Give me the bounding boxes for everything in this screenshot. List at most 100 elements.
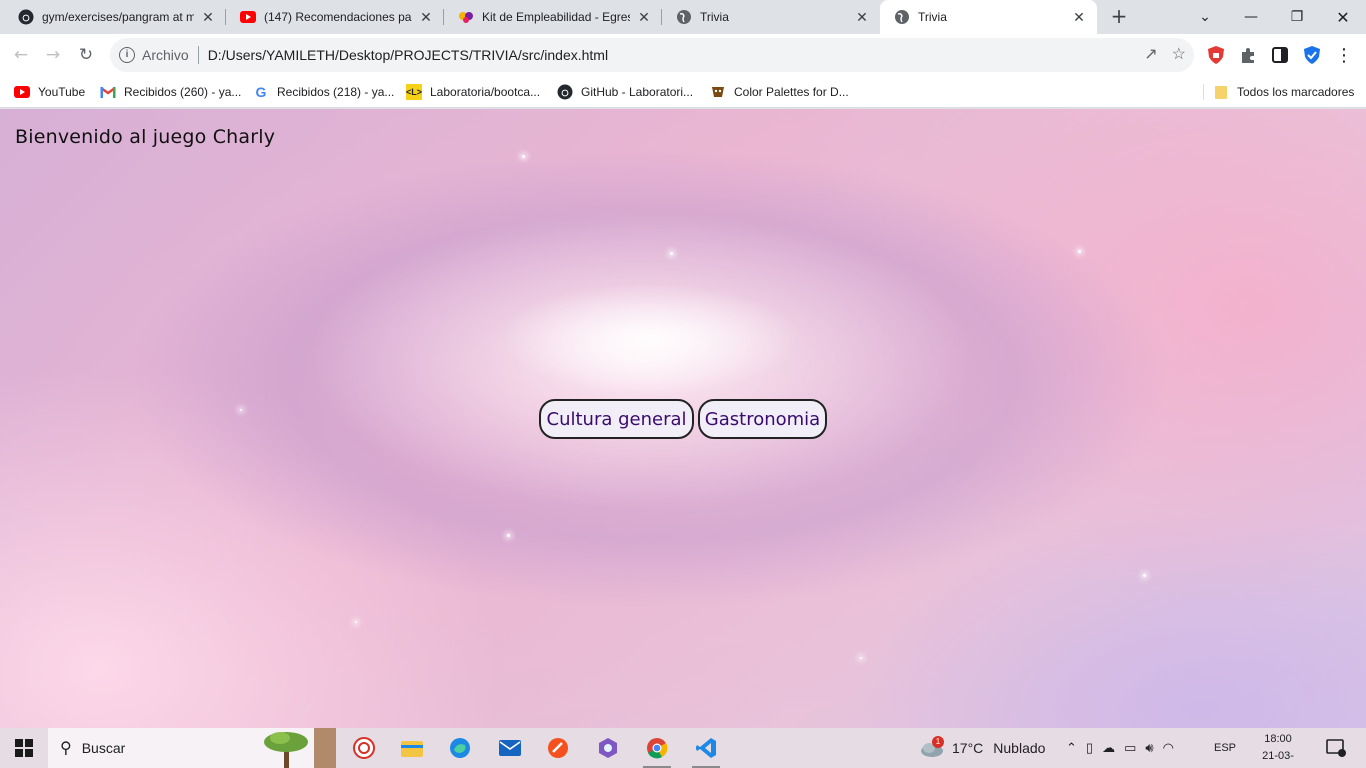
tab-kit[interactable]: Kit de Empleabilidad - Egres ✕	[444, 0, 662, 34]
palette-icon	[710, 84, 726, 100]
bookmark-laboratoria[interactable]: <L> Laboratoria/bootca...	[406, 82, 540, 102]
bookmark-label: Todos los marcadores	[1237, 85, 1355, 99]
clock-time: 18:00	[1264, 733, 1292, 745]
sparkle	[355, 621, 357, 623]
bookmark-color-palettes[interactable]: Color Palettes for D...	[710, 82, 849, 102]
menu-icon[interactable]: ⋮	[1334, 45, 1354, 66]
weather-widget[interactable]: 1 17°C Nublado	[920, 728, 1045, 768]
taskbar: ⚲ Buscar 1 17°C Nublado ⌃ ▯ ☁ ▭ 🔊︎ ◠ ESP…	[0, 728, 1366, 768]
sparkle	[860, 657, 862, 659]
minimize-button[interactable]: —	[1228, 0, 1274, 34]
bookmark-star-icon[interactable]: ☆	[1172, 44, 1186, 64]
all-bookmarks-folder[interactable]: Todos los marcadores	[1213, 82, 1354, 102]
share-icon[interactable]: ↗	[1144, 44, 1157, 64]
restore-button[interactable]: ❐	[1274, 0, 1320, 34]
app-cleaner-icon[interactable]	[342, 728, 386, 768]
file-explorer-icon[interactable]	[390, 728, 434, 768]
bitwarden-shield-icon[interactable]	[1302, 45, 1322, 65]
close-icon[interactable]: ✕	[200, 9, 216, 26]
info-icon[interactable]: i	[119, 47, 135, 63]
close-icon[interactable]: ✕	[636, 9, 652, 26]
volume-icon[interactable]: 🔊︎	[1145, 740, 1153, 756]
chevron-up-icon[interactable]: ⌃	[1066, 740, 1077, 756]
weather-temp: 17°C	[952, 740, 984, 756]
youtube-icon	[14, 84, 30, 100]
welcome-heading: Bienvenido al juego Charly	[15, 126, 276, 148]
vscode-icon[interactable]	[684, 728, 728, 768]
sparkle	[1143, 574, 1146, 577]
tab-title: (147) Recomendaciones para	[264, 10, 412, 24]
windows-start-icon[interactable]	[2, 728, 46, 768]
globe-icon	[894, 9, 910, 25]
close-window-button[interactable]: ✕	[1320, 0, 1366, 34]
edge-icon[interactable]	[438, 728, 482, 768]
clock-date: 21-03-2024	[1262, 750, 1294, 768]
weather-badge: 1	[932, 736, 944, 748]
search-icon: ⚲	[60, 740, 72, 757]
sparkle	[522, 155, 525, 158]
category-gastronomia-button[interactable]: Gastronomia	[698, 399, 827, 439]
weather-condition: Nublado	[993, 740, 1046, 756]
close-icon[interactable]: ✕	[418, 9, 434, 26]
search-highlight-illustration	[264, 728, 336, 768]
github-icon	[18, 9, 34, 25]
tab-trivia-active[interactable]: Trivia ✕	[880, 0, 1097, 34]
sparkle	[240, 409, 242, 411]
onedrive-cloud-icon[interactable]: ☁	[1102, 740, 1115, 756]
new-tab-button[interactable]: +	[1108, 6, 1130, 28]
language-indicator[interactable]: ESP	[1214, 728, 1236, 768]
address-bar[interactable]: i Archivo D:/Users/YAMILETH/Desktop/PROJ…	[110, 38, 1194, 72]
bookmark-github[interactable]: GitHub - Laboratori...	[557, 82, 693, 102]
category-cultura-general-button[interactable]: Cultura general	[539, 399, 694, 439]
gmail-icon	[100, 84, 116, 100]
browser-toolbar: ← → ↻ i Archivo D:/Users/YAMILETH/Deskto…	[0, 34, 1366, 76]
taskbar-search[interactable]: ⚲ Buscar	[48, 728, 336, 768]
side-panel-icon[interactable]	[1270, 45, 1290, 65]
device-icon[interactable]: ▯	[1086, 740, 1093, 756]
bookmark-youtube[interactable]: YouTube	[14, 82, 85, 102]
tab-youtube[interactable]: (147) Recomendaciones para ✕	[226, 0, 444, 34]
github-icon	[557, 84, 573, 100]
bookmark-label: GitHub - Laboratori...	[581, 85, 694, 99]
copilot-icon[interactable]	[586, 728, 630, 768]
bookmark-google[interactable]: G Recibidos (218) - ya...	[253, 82, 395, 102]
mail-icon[interactable]	[488, 728, 532, 768]
page-viewport: Bienvenido al juego Charly Cultura gener…	[0, 109, 1366, 728]
extension-shield-icon[interactable]	[1206, 45, 1226, 65]
back-button[interactable]: ←	[8, 42, 34, 68]
address-scheme: Archivo	[142, 47, 189, 63]
battery-icon[interactable]: ▭	[1124, 740, 1136, 756]
sparkle	[507, 534, 510, 537]
bookmark-label: YouTube	[38, 85, 86, 99]
bookmark-label: Color Palettes for D...	[734, 85, 849, 99]
tab-pangram[interactable]: gym/exercises/pangram at m ✕	[4, 0, 226, 34]
reload-button[interactable]: ↻	[73, 42, 99, 68]
bookmark-gmail[interactable]: Recibidos (260) - ya...	[100, 82, 241, 102]
sparkle	[1078, 250, 1081, 253]
clock[interactable]: 18:00 21-03-2024	[1252, 731, 1304, 768]
notifications-icon[interactable]	[1314, 728, 1358, 768]
bookmark-label: Laboratoria/bootca...	[430, 85, 541, 99]
wifi-icon[interactable]: ◠	[1163, 740, 1174, 756]
sparkle	[670, 252, 673, 255]
tab-title: Trivia	[700, 10, 729, 24]
address-url[interactable]: D:/Users/YAMILETH/Desktop/PROJECTS/TRIVI…	[208, 47, 608, 63]
close-icon[interactable]: ✕	[854, 9, 870, 26]
tab-search-icon[interactable]: ⌄	[1182, 0, 1228, 34]
bookmark-label: Recibidos (218) - ya...	[277, 85, 395, 99]
system-tray: ⌃ ▯ ☁ ▭ 🔊︎ ◠	[1066, 728, 1174, 768]
extensions-puzzle-icon[interactable]	[1238, 45, 1258, 65]
close-icon[interactable]: ✕	[1071, 9, 1087, 26]
tab-trivia[interactable]: Trivia ✕	[662, 0, 880, 34]
forward-button[interactable]: →	[40, 42, 66, 68]
tab-title: Kit de Empleabilidad - Egres	[482, 10, 630, 24]
tab-title: gym/exercises/pangram at m	[42, 10, 194, 24]
paint-app-icon[interactable]	[536, 728, 580, 768]
tab-title: Trivia	[918, 10, 947, 24]
google-icon: G	[255, 84, 267, 100]
folder-icon	[1213, 84, 1229, 100]
bookmark-label: Recibidos (260) - ya...	[124, 85, 242, 99]
laboratoria-icon: <L>	[406, 84, 422, 100]
tab-strip: gym/exercises/pangram at m ✕ (147) Recom…	[0, 0, 1366, 34]
chrome-icon[interactable]	[635, 728, 679, 768]
